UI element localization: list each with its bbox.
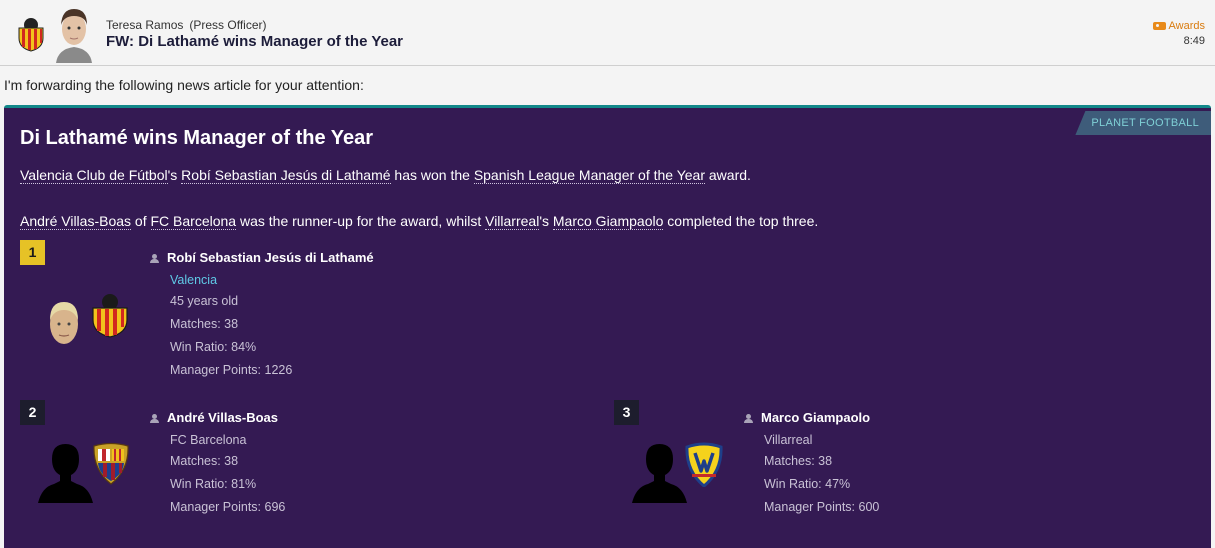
villarreal-badge-icon[interactable] bbox=[684, 441, 724, 487]
valencia-badge-icon[interactable] bbox=[15, 16, 47, 52]
text: was the runner-up for the award, whilst bbox=[236, 213, 486, 229]
entry-manager-points: Manager Points: 696 bbox=[170, 500, 286, 514]
intro-text: I'm forwarding the following news articl… bbox=[4, 77, 364, 93]
rank-badge: 2 bbox=[20, 400, 45, 425]
entry-club[interactable]: FC Barcelona bbox=[170, 433, 246, 447]
article-paragraph-1: Valencia Club de Fútbol's Robí Sebastian… bbox=[20, 167, 751, 184]
entry-club-link[interactable]: Valencia bbox=[170, 273, 217, 287]
text: of bbox=[131, 213, 151, 229]
text: 's bbox=[539, 213, 553, 229]
sender-role: (Press Officer) bbox=[189, 18, 267, 32]
entry-manager-points: Manager Points: 600 bbox=[764, 500, 880, 514]
tag-label: Awards bbox=[1168, 20, 1205, 33]
link-manager-villas-boas[interactable]: André Villas-Boas bbox=[20, 213, 132, 230]
rank-badge: 1 bbox=[20, 240, 45, 265]
manager-name: Robí Sebastian Jesús di Lathamé bbox=[167, 250, 374, 265]
manager-face-lathame[interactable] bbox=[46, 298, 82, 348]
entry-win-ratio: Win Ratio: 81% bbox=[170, 477, 257, 491]
sender-avatar[interactable] bbox=[52, 5, 96, 63]
tag-icon bbox=[1152, 22, 1166, 31]
person-icon bbox=[150, 414, 159, 424]
tag-awards[interactable]: Awards bbox=[1152, 20, 1205, 33]
link-club-barcelona[interactable]: FC Barcelona bbox=[150, 213, 237, 230]
sender-info: Teresa Ramos (Press Officer) bbox=[106, 18, 267, 32]
person-icon bbox=[744, 414, 753, 424]
silhouette-avatar-icon[interactable] bbox=[632, 441, 687, 503]
manager-name: André Villas-Boas bbox=[167, 410, 279, 425]
rank-badge: 3 bbox=[614, 400, 639, 425]
entry-manager-points: Manager Points: 1226 bbox=[170, 363, 293, 377]
entry-win-ratio: Win Ratio: 47% bbox=[764, 477, 851, 491]
entry-name[interactable]: Robí Sebastian Jesús di Lathamé bbox=[150, 250, 374, 265]
article-paragraph-2: André Villas-Boas of FC Barcelona was th… bbox=[20, 213, 819, 230]
article-title: Di Lathamé wins Manager of the Year bbox=[20, 127, 374, 149]
barcelona-badge-icon[interactable] bbox=[91, 442, 131, 486]
silhouette-avatar-icon[interactable] bbox=[38, 441, 93, 503]
link-manager-lathame[interactable]: Robí Sebastian Jesús di Lathamé bbox=[181, 167, 391, 184]
sender-name[interactable]: Teresa Ramos bbox=[106, 18, 183, 32]
entry-matches: Matches: 38 bbox=[170, 317, 239, 331]
news-article: PLANET FOOTBALL Di Lathamé wins Manager … bbox=[4, 105, 1211, 548]
entry-age: 45 years old bbox=[170, 294, 239, 308]
person-icon bbox=[150, 254, 159, 264]
link-club-villarreal[interactable]: Villarreal bbox=[485, 213, 540, 230]
entry-win-ratio: Win Ratio: 84% bbox=[170, 340, 257, 354]
entry-name[interactable]: Marco Giampaolo bbox=[744, 410, 870, 425]
entry-matches: Matches: 38 bbox=[764, 454, 833, 468]
entry-matches: Matches: 38 bbox=[170, 454, 239, 468]
manager-name: Marco Giampaolo bbox=[761, 410, 871, 425]
entry-club[interactable]: Villarreal bbox=[764, 433, 812, 447]
link-manager-giampaolo[interactable]: Marco Giampaolo bbox=[552, 213, 664, 230]
article-source: PLANET FOOTBALL bbox=[1075, 111, 1211, 135]
entry-name[interactable]: André Villas-Boas bbox=[150, 410, 278, 425]
text: completed the top three. bbox=[663, 213, 819, 229]
message-subject: FW: Di Lathamé wins Manager of the Year bbox=[106, 33, 404, 50]
message-meta: Awards 8:49 bbox=[1152, 20, 1205, 48]
valencia-badge-icon[interactable] bbox=[89, 292, 131, 338]
link-club-valencia[interactable]: Valencia Club de Fútbol bbox=[20, 167, 168, 184]
text: has won the bbox=[390, 167, 474, 183]
text: 's bbox=[167, 167, 182, 183]
message-header: Teresa Ramos (Press Officer) FW: Di Latha… bbox=[0, 0, 1215, 66]
message-time: 8:49 bbox=[1183, 35, 1205, 48]
link-award[interactable]: Spanish League Manager of the Year bbox=[473, 167, 705, 184]
text: award. bbox=[705, 167, 751, 183]
